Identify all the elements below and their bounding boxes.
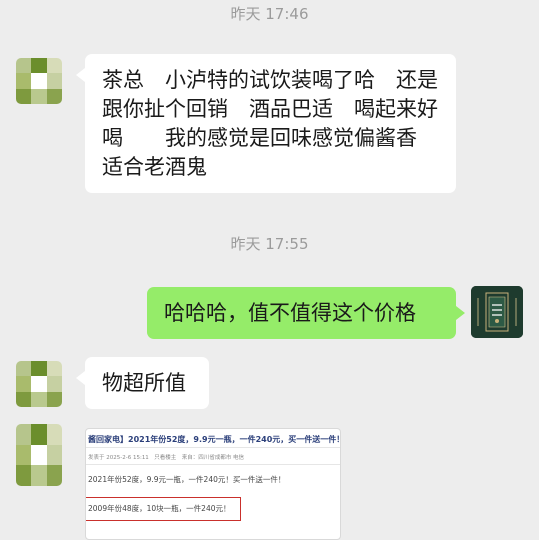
contact-avatar[interactable] [16,424,62,486]
divider [86,464,340,465]
message-text: 物超所值 [102,371,186,395]
timestamp-1: 昨天 17:46 [230,5,309,23]
shared-screenshot-message[interactable]: 酱回家电】2021年份52度，9.9元一瓶，一件240元，买一件送一件！ 发表于… [85,428,341,540]
divider [86,447,340,448]
screenshot-post-line-2: 2009年份48度，10块一瓶，一件240元！ [88,504,231,513]
screenshot-post-title: 酱回家电】2021年份52度，9.9元一瓶，一件240元，买一件送一件！ [88,435,341,444]
message-text: 茶总 小泸特的试饮装喝了哈 还是跟你扯个回销 酒品巴适 喝起来好喝 我的感觉是回… [102,68,445,179]
message-bubble-incoming[interactable]: 茶总 小泸特的试饮装喝了哈 还是跟你扯个回销 酒品巴适 喝起来好喝 我的感觉是回… [76,54,456,193]
timestamp-2: 昨天 17:55 [230,235,309,253]
screenshot-post-line-1: 2021年份52度，9.9元一瓶，一件240元！买一件送一件！ [88,475,286,484]
message-text: 哈哈哈，值不值得这个价格 [164,301,416,325]
message-bubble-incoming[interactable]: 物超所值 [76,357,209,409]
message-bubble-outgoing[interactable]: 哈哈哈，值不值得这个价格 [147,287,465,339]
screenshot-post-meta: 发表于 2025-2-6 15:11 只看楼主 来自：四川省成都市 电信 [88,455,245,461]
self-avatar-logo[interactable] [471,286,523,338]
contact-avatar[interactable] [16,58,62,104]
contact-avatar[interactable] [16,361,62,407]
